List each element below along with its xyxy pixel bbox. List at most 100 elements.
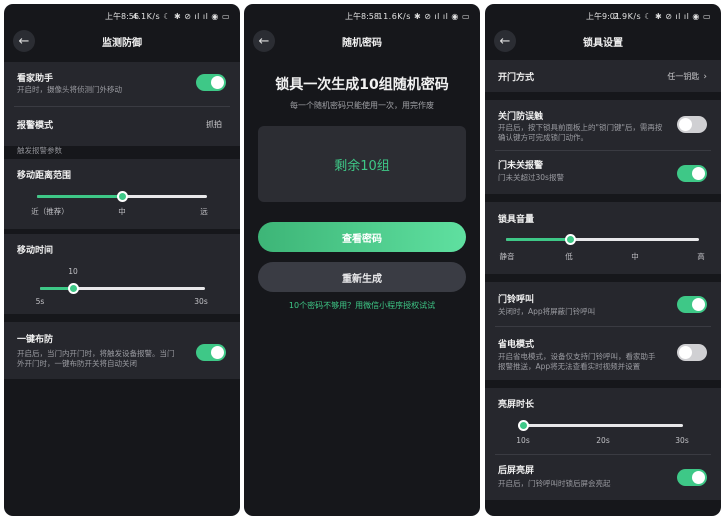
arm-toggle[interactable] [196,344,226,361]
toggle-knob [692,471,705,484]
power-save-desc-line1: 开启省电模式，设备仅支持门铃呼叫，看家助手 [498,352,656,361]
page-title: 随机密码 [342,37,382,49]
duration-max: 30s [194,297,208,306]
volume-slider[interactable] [506,234,699,245]
status-bar: 上午8:56 4.1K/s ☾ ✱ ⊘ ıl ıl ◉ ▭ [4,4,240,28]
nav-bar: ← 监测防御 [4,28,240,54]
slider-thumb[interactable] [67,283,79,294]
toggle-knob [692,298,705,311]
anti-mistouch-label: 关门防误触 [498,112,544,122]
back-button[interactable]: ← [253,30,275,52]
power-save-label: 省电模式 [498,340,535,350]
door-alarm-label: 门未关报警 [498,161,544,171]
volume-card: 锁具音量 静音 低 中 高 [485,202,721,274]
power-card: 门铃呼叫 关闭时，App将屏蔽门铃呼叫 省电模式 开启省电模式，设备仅支持门铃呼… [485,282,721,380]
slider-thumb[interactable] [116,191,128,202]
password-heading: 锁具一次生成10组随机密码 [275,77,449,93]
distance-slider[interactable] [37,191,207,202]
door-alarm-toggle[interactable] [677,165,707,182]
back-button[interactable]: ← [13,30,35,52]
divider [495,454,711,455]
distance-tick-near: 近（推荐） [31,207,69,216]
arm-desc-line1: 开启后，当门内开门时，将触发设备报警。当门 [17,349,175,358]
page-title: 监测防御 [102,37,142,49]
home-assist-label: 看家助手 [17,74,54,84]
toggle-knob [211,346,224,359]
arm-desc-line2: 外开门时，一键布防开关将自动关闭 [17,359,137,368]
screen-time-slider[interactable] [517,420,683,431]
anti-mistouch-toggle[interactable] [677,116,707,133]
nav-bar: ← 锁具设置 [485,28,721,54]
distance-tick-far: 远 [200,207,208,216]
arrow-left-icon: ← [499,33,511,49]
home-assist-toggle[interactable] [196,74,226,91]
doorbell-desc: 关闭时，App将屏蔽门铃呼叫 [498,307,596,316]
home-assist-desc: 开启时，摄像头将侦测门外移动 [17,85,122,94]
open-mode-label: 开门方式 [498,73,535,83]
slider-fill [506,238,570,241]
duration-card: 移动时间 10 5s 30s [4,234,240,314]
password-subheading: 每一个随机密码只能使用一次，用完作废 [290,101,434,110]
door-alarm-desc: 门未关超过30s报警 [498,173,564,182]
toggle-knob [211,76,224,89]
power-save-toggle[interactable] [677,344,707,361]
back-button[interactable]: ← [494,30,516,52]
volume-tick-mute: 静音 [499,252,515,261]
status-icons: 11.6K/s ✱ ⊘ ıl ıl ◉ ▭ [377,11,470,21]
duration-current-value: 10 [68,267,78,276]
duration-slider[interactable] [40,283,205,294]
status-icons: 2.9K/s ☾ ✱ ⊘ ıl ıl ◉ ▭ [613,11,711,21]
chevron-right-icon: › [703,71,707,82]
volume-tick-low: 低 [565,252,573,261]
open-mode-row[interactable]: 开门方式 任一钥匙 › [485,60,721,92]
slider-thumb[interactable] [517,420,529,431]
home-assist-card: 看家助手 开启时，摄像头将侦测门外移动 报警模式 抓拍 [4,62,240,146]
doorbell-toggle[interactable] [677,296,707,313]
page-title: 锁具设置 [583,37,623,49]
arm-label: 一键布防 [17,335,54,345]
screen-monitoring-defense: 上午8:56 4.1K/s ☾ ✱ ⊘ ıl ıl ◉ ▭ ← 监测防御 看家助… [4,4,240,516]
screen-card: 亮屏时长 10s 20s 30s 后屏亮屏 开启后，门铃呼叫时锁后屏会亮起 [485,388,721,500]
anti-mistouch-desc-line1: 开启后，按下锁具前面板上的"锁门键"后，需再按 [498,123,663,132]
rear-screen-desc: 开启后，门铃呼叫时锁后屏会亮起 [498,479,611,488]
open-mode-value: 任一钥匙 [667,72,700,81]
screen-time-tick-20s: 20s [596,436,610,445]
screen-time-label: 亮屏时长 [498,400,535,410]
remaining-count: 剩余10组 [334,158,390,174]
alarm-mode-label: 报警模式 [17,121,54,131]
section-header-trigger: 触发报警参数 [17,146,62,155]
anti-mistouch-desc-line2: 确认键方可完成锁门动作。 [498,133,588,142]
slider-thumb[interactable] [564,234,576,245]
doorbell-label: 门铃呼叫 [498,295,535,305]
screen-time-tick-30s: 30s [675,436,689,445]
toggle-knob [679,346,692,359]
regenerate-button[interactable]: 重新生成 [258,262,466,292]
nav-bar: ← 随机密码 [244,28,480,54]
distance-label: 移动距离范围 [17,171,72,181]
distance-card: 移动距离范围 近（推荐） 中 远 [4,159,240,229]
toggle-knob [692,167,705,180]
view-password-button[interactable]: 查看密码 [258,222,466,252]
duration-min: 5s [35,297,45,306]
alarm-mode-value: 抓拍 [206,120,222,129]
toggle-knob [679,118,692,131]
arrow-left-icon: ← [18,33,30,49]
rear-screen-label: 后屏亮屏 [498,466,535,476]
volume-tick-high: 高 [697,252,705,261]
one-key-arm-card: 一键布防 开启后，当门内开门时，将触发设备报警。当门 外开门时，一键布防开关将自… [4,322,240,379]
duration-label: 移动时间 [17,246,54,256]
volume-tick-mid: 中 [631,252,639,261]
divider [495,326,711,327]
remaining-box: 剩余10组 [258,126,466,202]
rear-screen-toggle[interactable] [677,469,707,486]
status-bar: 上午8:58 11.6K/s ✱ ⊘ ıl ıl ◉ ▭ [244,4,480,28]
volume-label: 锁具音量 [498,215,535,225]
divider [14,106,230,107]
screen-time-tick-10s: 10s [516,436,530,445]
screen-random-password: 上午8:58 11.6K/s ✱ ⊘ ıl ıl ◉ ▭ ← 随机密码 锁具一次… [244,4,480,516]
distance-tick-mid: 中 [118,207,126,216]
divider [495,150,711,151]
status-bar: 上午9:01 2.9K/s ☾ ✱ ⊘ ıl ıl ◉ ▭ [485,4,721,28]
miniprogram-hint-link[interactable]: 10个密码不够用？用微信小程序授权试试 [244,300,480,311]
arrow-left-icon: ← [258,33,270,49]
